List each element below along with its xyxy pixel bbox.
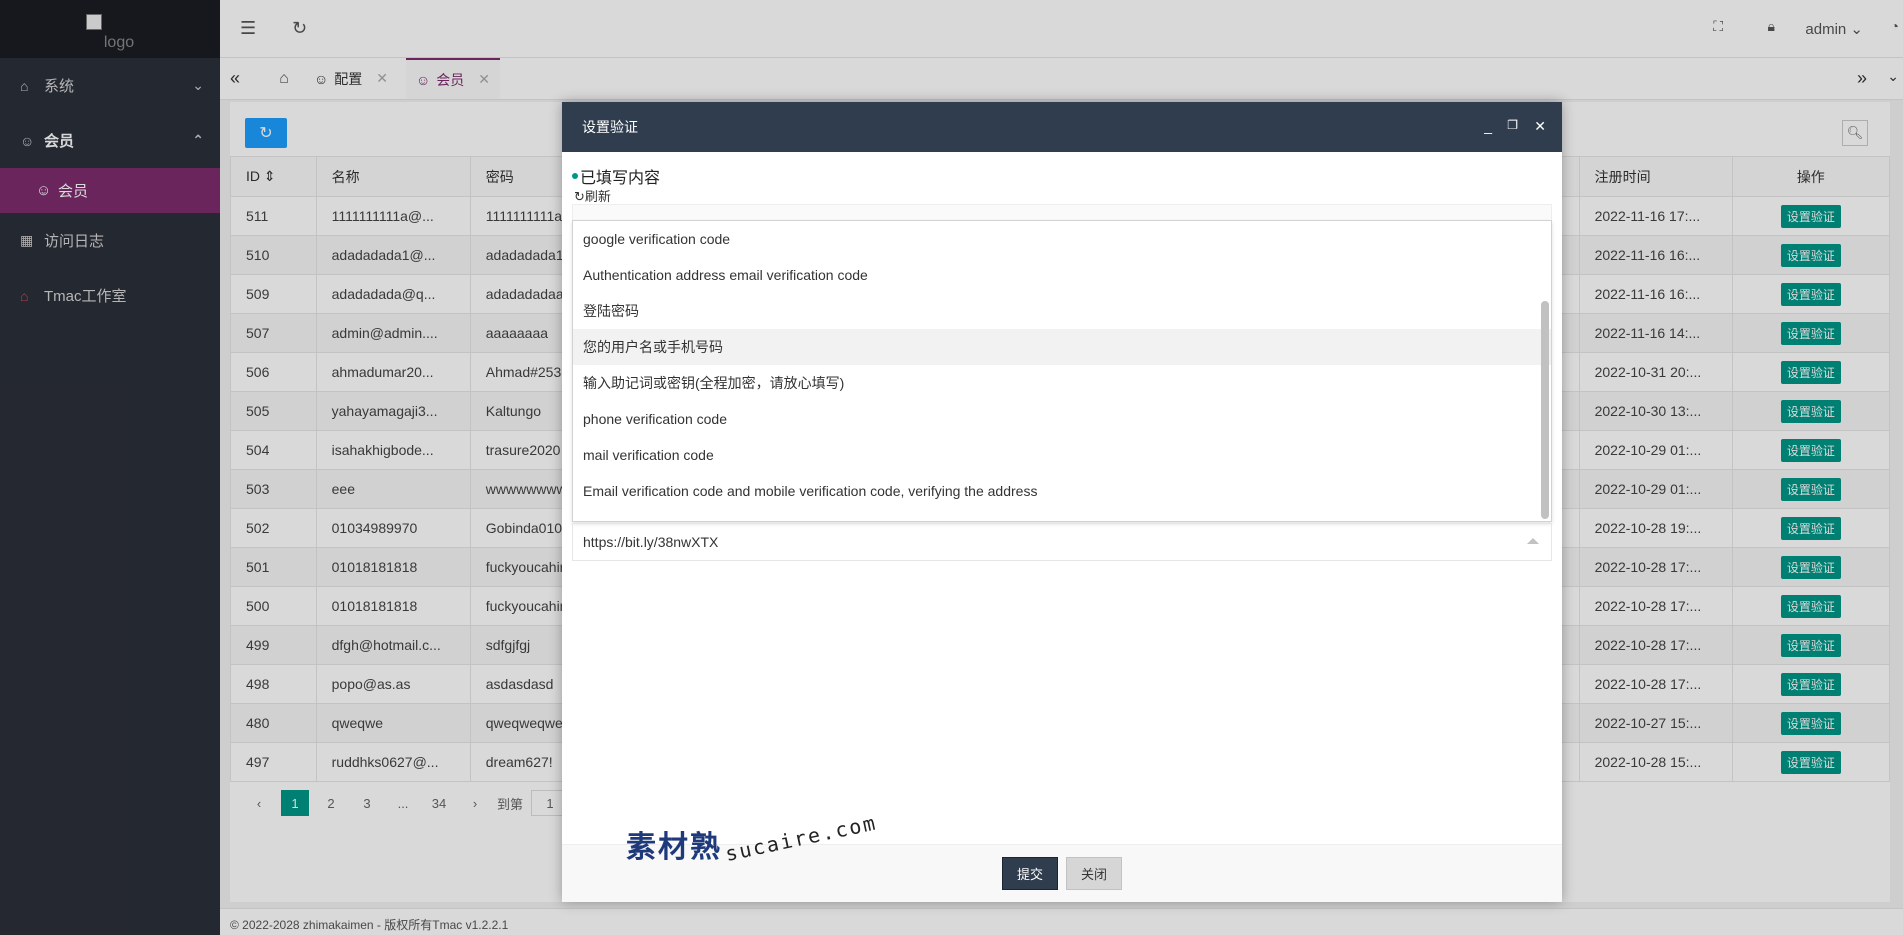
dropdown-option[interactable]: google verification code [573,221,1551,257]
dropdown-option[interactable]: mail verification code [573,437,1551,473]
maximize-icon[interactable]: ❐ [1507,118,1518,132]
close-icon[interactable]: ✕ [1534,118,1546,135]
filled-content-title: 已填写内容 [572,164,660,188]
select-dropdown-list: google verification code Authentication a… [572,220,1552,522]
dropdown-option[interactable]: phone verification code [573,401,1551,437]
close-button[interactable]: 关闭 [1066,857,1123,890]
modal-header: 设置验证 _ ❐ ✕ [562,102,1562,152]
set-verification-modal: 设置验证 _ ❐ ✕ 已填写内容 ↻刷新 google verification… [562,102,1562,902]
minimize-icon[interactable]: _ [1484,118,1492,134]
dropdown-option[interactable]: 登陆密码 [573,293,1551,329]
refresh-icon: ↻ [574,189,585,204]
verification-select[interactable]: https://bit.ly/38nwXTX [572,523,1552,561]
watermark: 素材熟 sucaire.com [626,810,882,866]
modal-title: 设置验证 [582,119,638,135]
select-value: https://bit.ly/38nwXTX [583,534,719,550]
dot-icon [572,173,578,179]
refresh-link[interactable]: ↻刷新 [574,186,611,205]
dropdown-option[interactable]: Authentication address email verificatio… [573,257,1551,293]
watermark-logo: 素材熟 [626,830,722,865]
dropdown-option[interactable]: 输入助记词或密钥(全程加密，请放心填写) [573,365,1551,401]
submit-button[interactable]: 提交 [1001,857,1058,890]
dropdown-option[interactable]: Email verification code and mobile verif… [573,473,1551,509]
dropdown-option[interactable]: 您的用户名或手机号码 [573,329,1551,365]
dropdown-scrollbar[interactable] [1541,301,1549,519]
caret-up-icon [1527,538,1539,544]
